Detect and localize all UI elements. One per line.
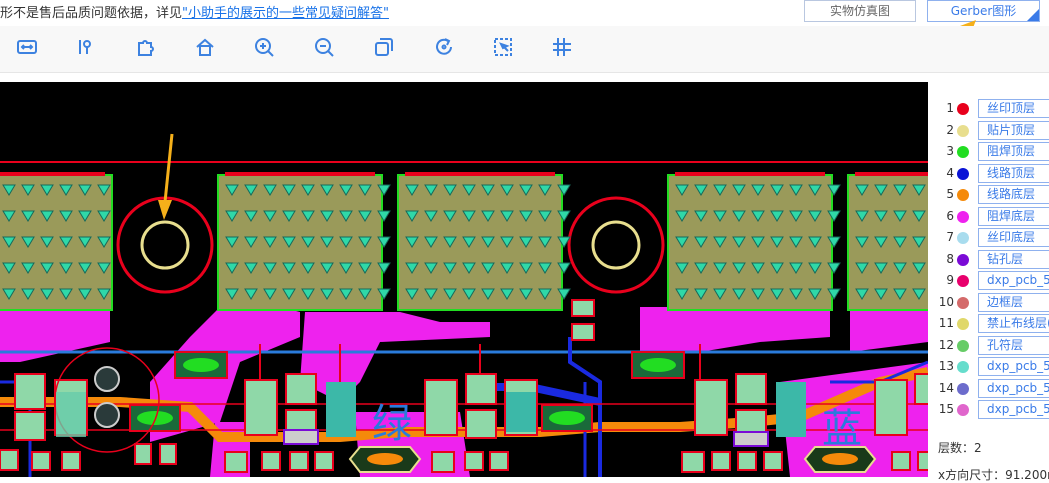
fit-width-icon[interactable] (16, 36, 42, 62)
layer-name-button[interactable]: dxp_pcb_54 (978, 271, 1049, 290)
layer-name-button[interactable]: 阻焊顶层 (978, 142, 1049, 161)
layer-name-button[interactable]: dxp_pcb_54 (978, 378, 1049, 398)
layer-color-dot[interactable] (957, 189, 969, 201)
layer-number: 3 (946, 144, 954, 158)
zoom-out-icon[interactable] (313, 36, 339, 62)
layer-name-button[interactable]: 禁止布线层( (978, 314, 1049, 333)
layer-color-dot[interactable] (957, 404, 969, 416)
layer-number: 15 (938, 402, 954, 416)
layer-number: 8 (946, 251, 954, 266)
layer-color-dot[interactable] (957, 103, 969, 115)
layer-number: 5 (946, 187, 954, 201)
zoom-in-icon[interactable] (253, 36, 279, 62)
check-icon: ✓ (1031, 7, 1038, 16)
layer-row[interactable]: 4 线路顶层 (930, 163, 1049, 185)
layer-number: 14 (938, 380, 954, 395)
notice-bar: 形不是售后品质问题依据，详见"小助手的展示的一些常见疑问解答" 实物仿真图 Ge… (0, 0, 1049, 56)
label-green: 绿 (372, 401, 412, 447)
layer-number: 6 (946, 208, 954, 223)
layer-color-dot[interactable] (957, 146, 969, 158)
layer-color-dot[interactable] (957, 275, 969, 287)
home-icon[interactable] (194, 36, 220, 62)
layer-number: 2 (946, 122, 954, 137)
layer-color-dot[interactable] (957, 253, 969, 266)
layer-number: 4 (946, 165, 954, 180)
layer-color-dot[interactable] (957, 167, 969, 180)
layer-number: 7 (946, 230, 954, 244)
layer-name-button[interactable]: 孔符层 (978, 335, 1049, 355)
x-size: x方向尺寸：91.200n (938, 468, 1049, 482)
layer-row[interactable]: 9 dxp_pcb_54 (930, 270, 1049, 292)
notice-prefix: 形不是售后品质问题依据，详见 (0, 6, 183, 21)
layer-name-button[interactable]: 贴片顶层 (978, 120, 1049, 140)
layer-row[interactable]: 1 丝印顶层 (930, 98, 1049, 120)
layer-row[interactable]: 2 贴片顶层 (930, 120, 1049, 142)
layer-count: 层数：2 (938, 441, 982, 455)
layer-row[interactable]: 10 边框层 (930, 292, 1049, 314)
layer-name-button[interactable]: dxp_pcb_54 (978, 400, 1049, 419)
layer-row[interactable]: 15 dxp_pcb_54 (930, 399, 1049, 421)
label-blue: 蓝 (822, 406, 862, 452)
layer-color-dot[interactable] (957, 124, 969, 137)
grid-icon[interactable] (551, 36, 577, 62)
measure-icon[interactable] (76, 36, 102, 62)
layer-panel: 1 丝印顶层 2 贴片顶层 3 阻焊顶层 4 线路顶层 5 线路底层 6 阻焊底层 7 丝印底层 8 钻孔层 9… (930, 82, 1049, 482)
layer-color-dot[interactable] (957, 339, 969, 352)
layer-name-button[interactable]: 钻孔层 (978, 249, 1049, 269)
puzzle-icon[interactable] (134, 36, 160, 62)
layer-number: 1 (946, 101, 954, 115)
rotate-icon[interactable] (433, 36, 459, 62)
layer-row[interactable]: 14 dxp_pcb_54 (930, 378, 1049, 400)
layer-color-dot[interactable] (957, 382, 969, 395)
layer-name-button[interactable]: 边框层 (978, 292, 1049, 312)
pcb-drawing: 绿 蓝 (0, 133, 928, 477)
layer-row[interactable]: 7 丝印底层 (930, 227, 1049, 249)
layer-name-button[interactable]: 丝印顶层 (978, 99, 1049, 118)
layer-number: 11 (938, 316, 954, 330)
layer-row[interactable]: 13 dxp_pcb_54 (930, 356, 1049, 378)
layer-color-dot[interactable] (957, 361, 969, 373)
layer-name-button[interactable]: dxp_pcb_54 (978, 357, 1049, 376)
tab-physical-label: 实物仿真图 (829, 4, 890, 18)
layer-name-button[interactable]: 线路底层 (978, 185, 1049, 204)
layer-row[interactable]: 11 禁止布线层( (930, 313, 1049, 335)
layer-number: 13 (938, 359, 954, 373)
toolbar (0, 26, 1049, 73)
layer-name-button[interactable]: 线路顶层 (978, 163, 1049, 183)
notice-text: 形不是售后品质问题依据，详见"小助手的展示的一些常见疑问解答" (0, 2, 389, 21)
pcb-canvas[interactable]: 绿 蓝 (0, 82, 928, 477)
layer-row[interactable]: 8 钻孔层 (930, 249, 1049, 271)
layer-row[interactable]: 6 阻焊底层 (930, 206, 1049, 228)
faq-link[interactable]: "小助手的展示的一些常见疑问解答" (182, 6, 389, 21)
layer-number: 12 (938, 337, 954, 352)
layer-name-button[interactable]: 阻焊底层 (978, 206, 1049, 226)
layer-color-dot[interactable] (957, 296, 969, 309)
layer-row[interactable]: 5 线路底层 (930, 184, 1049, 206)
layer-number: 10 (938, 294, 954, 309)
layer-color-dot[interactable] (957, 210, 969, 223)
layer-color-dot[interactable] (957, 232, 969, 244)
layer-name-button[interactable]: 丝印底层 (978, 228, 1049, 247)
layer-number: 9 (946, 273, 954, 287)
copy-icon[interactable] (373, 36, 399, 62)
select-icon[interactable] (492, 36, 518, 62)
layer-color-dot[interactable] (957, 318, 969, 330)
tab-physical-simulation[interactable]: 实物仿真图 (804, 0, 916, 22)
layer-row[interactable]: 12 孔符层 (930, 335, 1049, 357)
layer-row[interactable]: 3 阻焊顶层 (930, 141, 1049, 163)
